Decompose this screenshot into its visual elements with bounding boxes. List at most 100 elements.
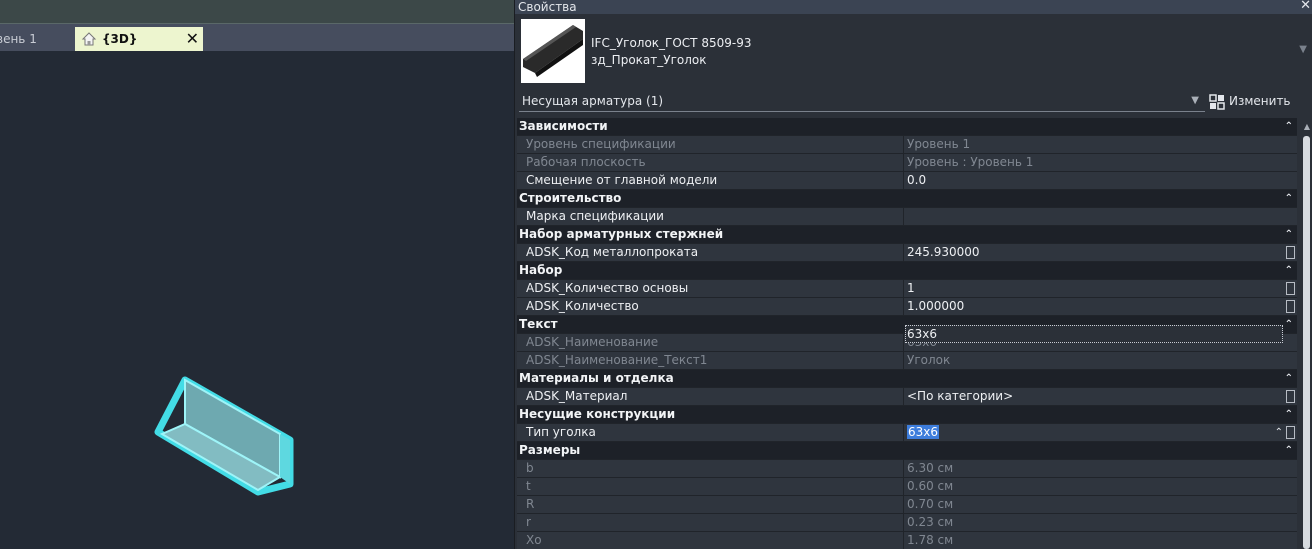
property-row: Уровень спецификации Уровень 1 (517, 136, 1297, 154)
property-row: Рабочая плоскость Уровень : Уровень 1 (517, 154, 1297, 172)
category-label: Набор (519, 263, 563, 277)
collapse-chevron-icon[interactable]: ⌃ (1285, 442, 1293, 459)
property-value[interactable]: 1.000000 (905, 298, 1297, 315)
property-name: r (517, 514, 904, 531)
edit-type-icon (1209, 93, 1225, 110)
collapse-chevron-icon[interactable]: ⌃ (1285, 190, 1293, 207)
property-name: Уровень спецификации (517, 136, 904, 153)
property-row[interactable]: Тип уголка 63x6 ⌃ (517, 424, 1297, 442)
property-name: ADSK_Материал (517, 388, 904, 405)
associate-parameter-checkbox[interactable] (1286, 390, 1295, 403)
category-header[interactable]: Размеры ⌃ (517, 442, 1297, 460)
instance-filter-select[interactable]: Несущая арматура (1) ▼ (519, 90, 1205, 112)
collapse-chevron-icon[interactable]: ⌃ (1285, 262, 1293, 279)
category-label: Материалы и отделка (519, 371, 674, 385)
property-value[interactable]: 1 (905, 280, 1297, 297)
category-header[interactable]: Зависимости ⌃ (517, 118, 1297, 136)
chevron-up-icon[interactable]: ⌃ (1275, 424, 1283, 441)
property-name: Марка спецификации (517, 208, 904, 225)
panel-title: Свойства ✕ (515, 0, 1312, 14)
close-icon[interactable]: ✕ (1300, 0, 1311, 13)
tab-3d-view[interactable]: {3D} ✕ (75, 27, 203, 51)
chevron-down-icon: ▼ (1191, 95, 1199, 106)
property-name: Смещение от главной модели (517, 172, 904, 189)
chevron-down-icon[interactable]: ▼ (1299, 44, 1307, 55)
collapse-chevron-icon[interactable]: ⌃ (1285, 406, 1293, 423)
property-row[interactable]: ADSK_Количество основы 1 (517, 280, 1297, 298)
property-row[interactable]: Марка спецификации (517, 208, 1297, 226)
category-label: Строительство (519, 191, 622, 205)
category-label: Несущие конструкции (519, 407, 676, 421)
collapse-chevron-icon[interactable]: ⌃ (1285, 226, 1293, 243)
filter-select-value: Несущая арматура (1) (522, 94, 664, 108)
category-label: Зависимости (519, 119, 608, 133)
property-value: Уголок (907, 353, 951, 367)
property-name: ADSK_Наименование_Текст1 (517, 352, 904, 369)
category-header[interactable]: Несущие конструкции ⌃ (517, 406, 1297, 424)
property-value: 6.30 см (907, 461, 954, 475)
category-header[interactable]: Строительство ⌃ (517, 190, 1297, 208)
property-row: Xo 1.78 см (517, 532, 1297, 549)
filter-row: Несущая арматура (1) ▼ Изменить тип (515, 89, 1312, 130)
category-label: Текст (519, 317, 558, 331)
property-value: 0.60 см (907, 479, 954, 493)
type-selector[interactable]: IFC_Уголок_ГОСТ 8509-93 зд_Прокат_Уголок… (515, 14, 1312, 88)
collapse-chevron-icon[interactable]: ⌃ (1285, 118, 1293, 135)
property-row: ADSK_Наименование_Текст1 Уголок (517, 352, 1297, 370)
tab-level-1[interactable]: вень 1 (0, 27, 74, 51)
scrollbar-thumb[interactable] (1303, 136, 1310, 549)
view-top-band (0, 0, 514, 24)
selected-value-text: 63x6 (907, 425, 940, 439)
property-name: b (517, 460, 904, 477)
view-3d-canvas[interactable]: вень 1 {3D} ✕ (0, 0, 514, 549)
angle-profile-model[interactable] (150, 372, 300, 502)
property-value[interactable] (905, 208, 1297, 225)
property-row[interactable]: ADSK_Количество 1.000000 (517, 298, 1297, 316)
collapse-chevron-icon[interactable]: ⌃ (1285, 316, 1293, 333)
property-value[interactable]: <По категории> (905, 388, 1297, 405)
property-value: Уровень : Уровень 1 (907, 155, 1034, 169)
property-name: R (517, 496, 904, 513)
property-name: Xo (517, 532, 904, 549)
angle-profile-thumbnail (521, 19, 585, 83)
property-row: t 0.60 см (517, 478, 1297, 496)
associate-parameter-checkbox[interactable] (1286, 426, 1295, 439)
associate-parameter-checkbox[interactable] (1286, 282, 1295, 295)
category-header[interactable]: Материалы и отделка ⌃ (517, 370, 1297, 388)
scrollbar[interactable]: ▲ (1301, 118, 1312, 549)
associate-parameter-checkbox[interactable] (1286, 300, 1295, 313)
category-label: Набор арматурных стержней (519, 227, 724, 241)
property-value[interactable]: 0.0 (905, 172, 1297, 189)
scroll-up-icon[interactable]: ▲ (1301, 122, 1312, 131)
angle-type-editor[interactable]: 63x6 ⌃ (905, 424, 1297, 441)
property-name: Рабочая плоскость (517, 154, 904, 171)
property-row[interactable]: ADSK_Код металлопроката 245.930000 (517, 244, 1297, 262)
collapse-chevron-icon[interactable]: ⌃ (1285, 370, 1293, 387)
property-name: t (517, 478, 904, 495)
property-row: b 6.30 см (517, 460, 1297, 478)
category-header[interactable]: Набор арматурных стержней ⌃ (517, 226, 1297, 244)
property-value: 0.70 см (907, 497, 954, 511)
property-value[interactable]: 245.930000 (905, 244, 1297, 261)
property-value: Уровень 1 (907, 137, 971, 151)
dropdown-option[interactable]: 63x6 (905, 325, 1283, 343)
property-name: ADSK_Количество основы (517, 280, 904, 297)
property-row[interactable]: ADSK_Материал <По категории> (517, 388, 1297, 406)
property-name: ADSK_Количество (517, 298, 904, 315)
properties-panel: Свойства ✕ IFC_Уголок_ГОСТ 8509-93 зд_Пр… (514, 0, 1312, 549)
tab-3d-label: {3D} (102, 32, 138, 46)
edit-type-button[interactable]: Изменить тип (1209, 90, 1312, 130)
close-tab-icon[interactable]: ✕ (186, 27, 199, 51)
property-row: R 0.70 см (517, 496, 1297, 514)
property-name: ADSK_Наименование (517, 334, 904, 351)
property-row: r 0.23 см (517, 514, 1297, 532)
associate-parameter-checkbox[interactable] (1286, 246, 1295, 259)
property-name: ADSK_Код металлопроката (517, 244, 904, 261)
house-icon (81, 32, 97, 46)
category-header[interactable]: Набор ⌃ (517, 262, 1297, 280)
category-label: Размеры (519, 443, 581, 457)
view-tab-strip: вень 1 {3D} ✕ (0, 24, 514, 51)
property-row[interactable]: Смещение от главной модели 0.0 (517, 172, 1297, 190)
property-value: 1.78 см (907, 533, 954, 547)
type-name: зд_Прокат_Уголок (591, 53, 707, 67)
